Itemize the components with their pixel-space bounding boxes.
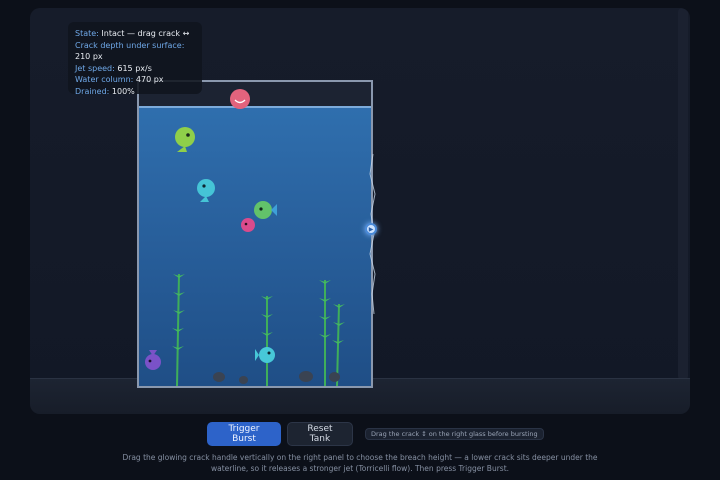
speed-value: 615 px/s — [117, 63, 152, 73]
drained-value: 100% — [111, 86, 135, 96]
hud-speed-row: Jet speed: 615 px/s — [75, 63, 195, 75]
speed-label: Jet speed: — [75, 63, 115, 73]
fish-icon — [241, 218, 255, 232]
column-label: Water column: — [75, 75, 134, 85]
fish-icon — [230, 89, 250, 109]
control-row: Trigger Burst Reset Tank Drag the crack … — [207, 422, 544, 446]
pebble — [213, 372, 225, 382]
crack-handle-icon[interactable]: ▶ — [365, 223, 377, 235]
drained-label: Drained: — [75, 86, 110, 96]
reset-tank-button[interactable]: Reset Tank — [287, 422, 353, 446]
hud-state-row: State: Intact — drag crack ↔ — [75, 28, 195, 40]
stage-scrollbar[interactable] — [678, 8, 688, 380]
trigger-burst-button[interactable]: Trigger Burst — [207, 422, 281, 446]
fish-icon — [197, 179, 215, 202]
simulation-stage: ▶ State: Intact — drag crack ↔ Crack dep… — [30, 8, 690, 414]
crack-hint-badge: Drag the crack ↕ on the right glass befo… — [365, 428, 544, 440]
fish-icon — [175, 127, 195, 152]
hud-depth-row: Crack depth under surface: 210 px — [75, 40, 195, 63]
aquarium-tank: ▶ — [137, 80, 377, 388]
fish-icon — [255, 347, 275, 363]
status-panel: State: Intact — drag crack ↔ Crack depth… — [68, 22, 202, 96]
water-body — [139, 106, 371, 386]
state-value: Intact — drag crack ↔ — [101, 29, 190, 38]
depth-value: 210 px — [75, 52, 103, 62]
hud-drained-row: Drained: 100% — [75, 86, 195, 98]
state-label: State: — [75, 29, 99, 38]
help-text: Drag the glowing crack handle vertically… — [122, 453, 598, 473]
hud-column-row: Water column: 470 px — [75, 74, 195, 86]
column-value: 470 px — [135, 75, 164, 85]
pebble — [329, 372, 340, 382]
depth-label: Crack depth under surface: — [75, 40, 185, 50]
fish-icon — [145, 350, 161, 370]
pebble — [239, 376, 248, 384]
pebble — [299, 371, 313, 382]
